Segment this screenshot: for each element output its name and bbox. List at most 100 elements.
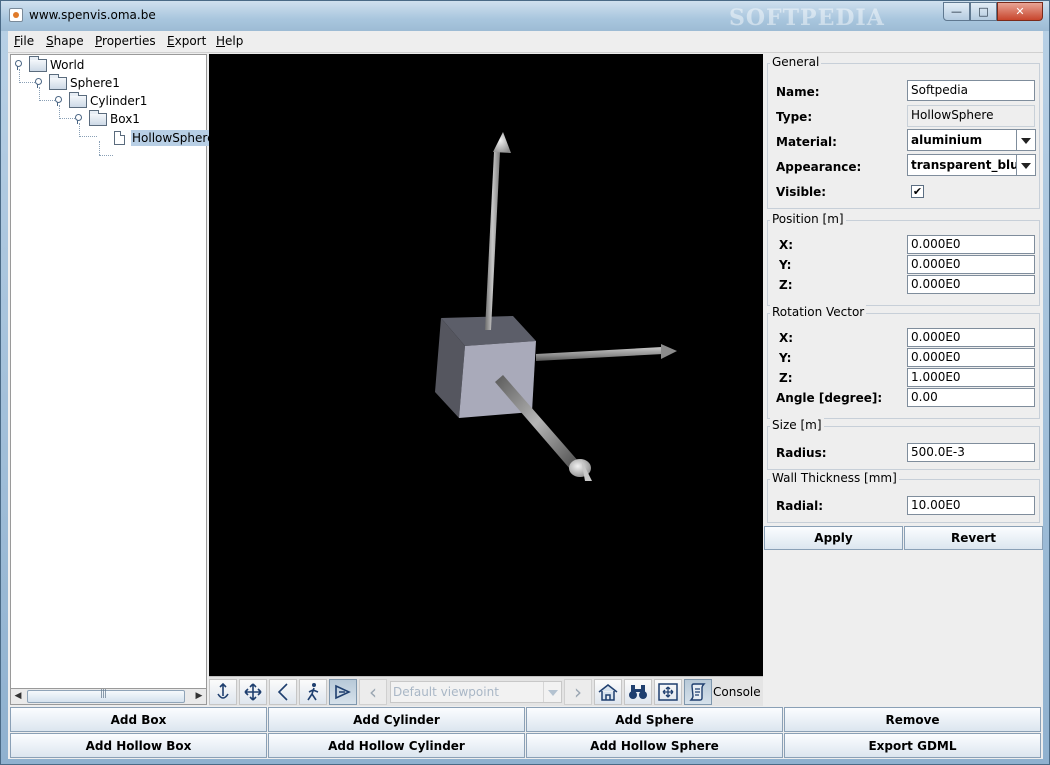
scene-canvas[interactable] [209, 54, 763, 676]
home-view-button[interactable] [594, 679, 622, 705]
previous-viewpoint-button[interactable]: ‹ [359, 679, 387, 705]
close-icon: ✕ [1015, 5, 1025, 18]
menu-help[interactable]: Help [216, 34, 243, 48]
menu-export[interactable]: Export [167, 34, 206, 48]
add-hollow-box-button[interactable]: Add Hollow Box [10, 733, 267, 758]
add-cylinder-button[interactable]: Add Cylinder [268, 707, 525, 732]
menu-properties[interactable]: Properties [95, 34, 156, 48]
remove-button[interactable]: Remove [784, 707, 1041, 732]
tree-connector [39, 87, 40, 99]
window-title: www.spenvis.oma.be [29, 8, 156, 22]
revert-button[interactable]: Revert [904, 526, 1043, 550]
visible-label: Visible: [776, 185, 827, 199]
tree-node-box1[interactable]: Box1 [89, 109, 140, 128]
chevron-down-icon[interactable] [1016, 130, 1035, 150]
scene-tree[interactable]: World Sphere1 Cylinder1 Box1 HollowSpher… [10, 54, 216, 705]
rotate-mode-button[interactable] [209, 679, 237, 705]
radial-field[interactable]: 10.00E0 [907, 496, 1035, 515]
name-field[interactable]: Softpedia [907, 80, 1035, 101]
chevron-right-icon: › [574, 680, 582, 704]
viewpoint-select[interactable]: Default viewpoint [390, 681, 562, 703]
rotation-y-label: Y: [779, 351, 792, 365]
material-select[interactable]: aluminium [907, 129, 1036, 151]
add-box-button[interactable]: Add Box [10, 707, 267, 732]
add-sphere-button[interactable]: Add Sphere [526, 707, 783, 732]
seek-button[interactable] [624, 679, 652, 705]
export-gdml-button[interactable]: Export GDML [784, 733, 1041, 758]
3d-viewport[interactable] [209, 54, 763, 676]
fit-all-button[interactable] [654, 679, 682, 705]
add-hollow-sphere-button[interactable]: Add Hollow Sphere [526, 733, 783, 758]
tree-connector [99, 155, 113, 156]
rotate-icon [217, 682, 229, 699]
folder-icon [69, 91, 87, 108]
name-label: Name: [776, 85, 820, 99]
chevron-down-icon[interactable] [543, 682, 561, 702]
rotation-z-field[interactable]: 1.000E0 [907, 368, 1035, 387]
maximize-icon: □ [978, 5, 989, 18]
appearance-select[interactable]: transparent_blue [907, 154, 1036, 176]
tree-node-hollowsphere[interactable]: HollowSphere [114, 129, 216, 147]
console-label[interactable]: Console [713, 685, 761, 699]
next-viewpoint-button[interactable]: › [564, 679, 592, 705]
fly-mode-button[interactable] [269, 679, 297, 705]
position-x-label: X: [779, 238, 794, 252]
rotation-x-field[interactable]: 0.000E0 [907, 328, 1035, 347]
properties-panel: General Name: Softpedia Type: HollowSphe… [764, 54, 1043, 705]
close-button[interactable]: ✕ [997, 2, 1043, 21]
rotation-x-label: X: [779, 331, 794, 345]
z-axis-shaft [495, 375, 579, 469]
type-field: HollowSphere [907, 105, 1035, 127]
minimize-icon: — [951, 5, 962, 18]
wall-thickness-group: Wall Thickness [mm] Radial: 10.00E0 [767, 471, 1040, 523]
viewpoint-select-value: Default viewpoint [393, 685, 499, 699]
material-label: Material: [776, 135, 837, 149]
watermark-text: SOFTPEDIA [729, 5, 885, 31]
position-y-field[interactable]: 0.000E0 [907, 255, 1035, 274]
tree-node-world[interactable]: World [29, 55, 84, 74]
position-z-field[interactable]: 0.000E0 [907, 275, 1035, 294]
rotation-z-label: Z: [779, 371, 793, 385]
scroll-right-icon[interactable]: ▶ [192, 690, 206, 703]
maximize-button[interactable]: □ [970, 2, 997, 21]
tree-expand-icon[interactable] [53, 95, 63, 106]
home-icon [598, 684, 618, 701]
scroll-thumb[interactable] [27, 689, 185, 703]
examine-icon [335, 684, 351, 700]
radius-field[interactable]: 500.0E-3 [907, 443, 1035, 462]
apply-button[interactable]: Apply [764, 526, 903, 550]
x-axis-shaft [536, 347, 663, 361]
add-hollow-cylinder-button[interactable]: Add Hollow Cylinder [268, 733, 525, 758]
tree-expand-icon[interactable] [33, 77, 43, 88]
tree-expand-icon[interactable] [73, 113, 83, 124]
walk-mode-button[interactable] [299, 679, 327, 705]
tree-horizontal-scrollbar[interactable]: ◀ ▶ [10, 688, 207, 705]
menu-shape[interactable]: Shape [46, 34, 84, 48]
pan-mode-button[interactable] [239, 679, 267, 705]
size-group-title: Size [m] [770, 418, 824, 432]
tree-expand-icon[interactable] [13, 59, 23, 70]
menu-file[interactable]: File [14, 34, 34, 48]
y-axis-arrowhead [493, 132, 511, 153]
tree-node-sphere1[interactable]: Sphere1 [49, 73, 120, 92]
position-y-label: Y: [779, 258, 792, 272]
minimize-button[interactable]: — [943, 2, 970, 21]
chevron-down-icon[interactable] [1016, 155, 1035, 175]
position-group: Position [m] X: 0.000E0 Y: 0.000E0 Z: 0.… [767, 212, 1040, 306]
tree-connector [99, 141, 100, 155]
folder-icon [89, 109, 107, 126]
folder-icon [29, 55, 47, 72]
examine-mode-button[interactable] [329, 679, 357, 705]
scroll-left-icon[interactable]: ◀ [11, 690, 25, 703]
rotation-angle-field[interactable]: 0.00 [907, 388, 1035, 407]
shape-actions-bar: Add Box Add Cylinder Add Sphere Remove A… [10, 707, 1043, 759]
title-bar[interactable]: www.spenvis.oma.be SOFTPEDIA — □ ✕ [1, 1, 1049, 31]
visible-checkbox[interactable]: ✔ [911, 185, 924, 198]
appearance-select-value: transparent_blue [911, 158, 1027, 172]
position-x-field[interactable]: 0.000E0 [907, 235, 1035, 254]
tree-node-cylinder1[interactable]: Cylinder1 [69, 91, 147, 110]
console-toggle-button[interactable] [684, 679, 712, 705]
rotation-angle-label: Angle [degree]: [776, 391, 883, 405]
console-scroll-icon [689, 683, 706, 701]
rotation-y-field[interactable]: 0.000E0 [907, 348, 1035, 367]
